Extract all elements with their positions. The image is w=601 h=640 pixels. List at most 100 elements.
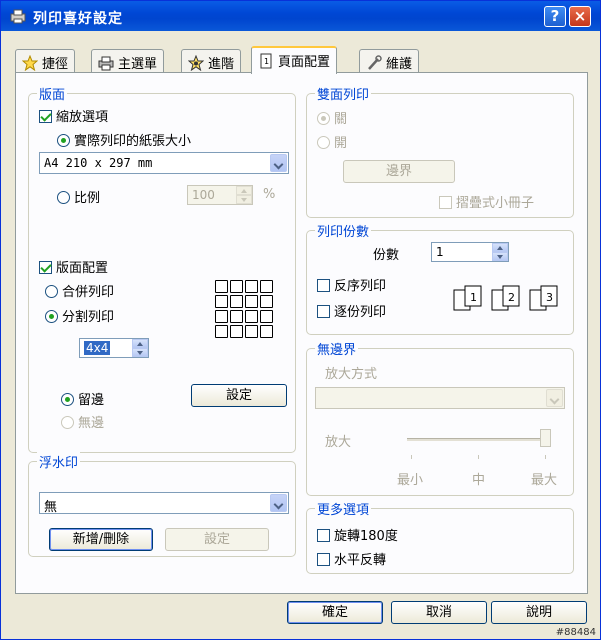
- star-icon: [22, 55, 38, 71]
- no-margins-option[interactable]: 無邊: [61, 412, 104, 431]
- duplex-group: 雙面列印 關 開 邊界 摺疊式小冊子: [306, 84, 574, 218]
- poster-radio[interactable]: [45, 310, 58, 323]
- chevron-down-icon[interactable]: [546, 389, 563, 407]
- page-layout-option[interactable]: 版面配置: [39, 257, 108, 276]
- mirror-option[interactable]: 水平反轉: [317, 549, 386, 568]
- borderless-group-legend: 無邊界: [315, 339, 359, 358]
- cancel-button[interactable]: 取消: [391, 601, 487, 624]
- borderless-group: 無邊界 放大方式 放大 最小 中 最大: [306, 339, 574, 496]
- margins-option[interactable]: 留邊: [61, 389, 104, 408]
- stepper-down-icon[interactable]: [492, 252, 508, 261]
- booklet-option[interactable]: 摺疊式小冊子: [439, 192, 534, 211]
- advanced-icon: [188, 55, 204, 71]
- watermark-settings-button[interactable]: 設定: [165, 528, 269, 551]
- percent-stepper[interactable]: 100: [187, 185, 253, 205]
- tab-main[interactable]: 主選單: [91, 49, 165, 73]
- chevron-down-icon[interactable]: [270, 494, 287, 512]
- expansion-method-label: 放大方式: [325, 367, 378, 382]
- expansion-slider-track[interactable]: [407, 438, 551, 441]
- collate-checkbox[interactable]: [317, 305, 330, 318]
- reverse-order-option[interactable]: 反序列印: [317, 275, 386, 294]
- tab-shortcuts[interactable]: 捷徑: [15, 49, 76, 73]
- mirror-checkbox[interactable]: [317, 553, 330, 566]
- rotate-checkbox[interactable]: [317, 529, 330, 542]
- layout-group: 版面 縮放選項 實際列印的紙張大小 A4 210 x 297 mm 比例 100…: [28, 84, 296, 453]
- copies-group-legend: 列印份數: [315, 221, 372, 240]
- more-options-group: 更多選項 旋轉180度 水平反轉: [306, 499, 574, 574]
- printer-app-icon: [10, 9, 26, 24]
- margins-radio[interactable]: [61, 393, 74, 406]
- wrench-icon: [368, 55, 382, 70]
- nup-radio[interactable]: [45, 285, 58, 298]
- nup-option[interactable]: 合併列印: [45, 281, 114, 300]
- no-margins-radio[interactable]: [61, 416, 74, 429]
- expansion-slider-thumb[interactable]: [540, 429, 551, 447]
- poster-size-stepper[interactable]: 4x4: [79, 338, 149, 358]
- stepper-up-icon[interactable]: [236, 186, 252, 195]
- expansion-max-label: 最大: [531, 473, 558, 488]
- page-layout-panel: 版面 縮放選項 實際列印的紙張大小 A4 210 x 297 mm 比例 100…: [15, 72, 588, 594]
- close-button[interactable]: ×: [569, 6, 591, 27]
- collate-page-1-icon: 1: [453, 285, 482, 311]
- layout-group-legend: 版面: [37, 84, 68, 103]
- collate-page-3-icon: 3: [529, 285, 558, 311]
- help-title-button[interactable]: ?: [544, 6, 566, 27]
- poster-option[interactable]: 分割列印: [45, 306, 114, 325]
- duplex-group-legend: 雙面列印: [315, 84, 372, 103]
- ok-button[interactable]: 確定: [287, 601, 383, 624]
- image-tag: #88484: [555, 627, 596, 638]
- help-button[interactable]: 說明: [491, 601, 587, 624]
- copies-label: 份數: [373, 248, 400, 263]
- paper-size-select[interactable]: A4 210 x 297 mm: [39, 152, 289, 174]
- copies-group: 列印份數 份數 1 反序列印 逐份列印 1 2 3: [306, 221, 574, 335]
- stepper-up-icon[interactable]: [492, 243, 508, 252]
- duplex-off-radio[interactable]: [317, 112, 330, 125]
- duplex-on-option[interactable]: 開: [317, 132, 347, 151]
- tab-advanced[interactable]: 進階: [181, 49, 242, 73]
- booklet-checkbox[interactable]: [439, 196, 452, 209]
- stepper-up-icon[interactable]: [132, 339, 148, 348]
- slider-tick: [478, 455, 479, 459]
- printing-preferences-window: 列印喜好設定 ? × 捷徑 主選單 進階 1 頁面配置 維護 版面 縮放選項 實際: [0, 0, 601, 640]
- percent-unit: %: [263, 187, 276, 202]
- watermark-add-delete-button[interactable]: 新增/刪除: [49, 528, 153, 551]
- tab-maintenance[interactable]: 維護: [359, 49, 420, 73]
- percent-radio[interactable]: [57, 191, 70, 204]
- title-bar[interactable]: 列印喜好設定 ? ×: [1, 1, 600, 31]
- actual-paper-size-radio[interactable]: [57, 134, 70, 147]
- duplex-off-option[interactable]: 關: [317, 108, 347, 127]
- percent-value: 100: [192, 188, 215, 202]
- duplex-on-radio[interactable]: [317, 136, 330, 149]
- watermark-value: 無: [44, 500, 58, 515]
- poster-size-value: 4x4: [84, 341, 111, 355]
- stepper-down-icon[interactable]: [236, 195, 252, 204]
- expansion-label: 放大: [325, 435, 352, 450]
- duplex-margins-button[interactable]: 邊界: [343, 160, 455, 183]
- printer-icon: [98, 56, 114, 71]
- percent-option[interactable]: 比例: [57, 187, 100, 206]
- scaling-checkbox[interactable]: [39, 110, 52, 123]
- watermark-select[interactable]: 無: [39, 492, 289, 515]
- watermark-group-legend: 浮水印: [37, 452, 81, 471]
- expansion-method-select[interactable]: [315, 387, 565, 409]
- svg-text:2: 2: [508, 291, 515, 304]
- scaling-option[interactable]: 縮放選項: [39, 106, 108, 125]
- stepper-down-icon[interactable]: [132, 348, 148, 357]
- tab-page-layout[interactable]: 1 頁面配置: [251, 46, 338, 74]
- svg-text:3: 3: [546, 291, 553, 304]
- expansion-mid-label: 中: [472, 473, 486, 488]
- layout-settings-button[interactable]: 設定: [191, 384, 287, 407]
- expansion-min-label: 最小: [397, 473, 424, 488]
- collate-option[interactable]: 逐份列印: [317, 301, 386, 320]
- chevron-down-icon[interactable]: [270, 154, 287, 172]
- svg-text:1: 1: [470, 291, 477, 304]
- page-layout-checkbox[interactable]: [39, 261, 52, 274]
- actual-paper-size-option[interactable]: 實際列印的紙張大小: [57, 130, 191, 149]
- reverse-order-checkbox[interactable]: [317, 279, 330, 292]
- paper-size-value: A4 210 x 297 mm: [44, 156, 153, 170]
- svg-text:1: 1: [264, 57, 269, 66]
- watermark-group: 浮水印 無 新增/刪除 設定: [28, 452, 296, 557]
- rotate-option[interactable]: 旋轉180度: [317, 525, 398, 544]
- slider-tick: [411, 455, 412, 459]
- copies-stepper[interactable]: 1: [431, 242, 509, 262]
